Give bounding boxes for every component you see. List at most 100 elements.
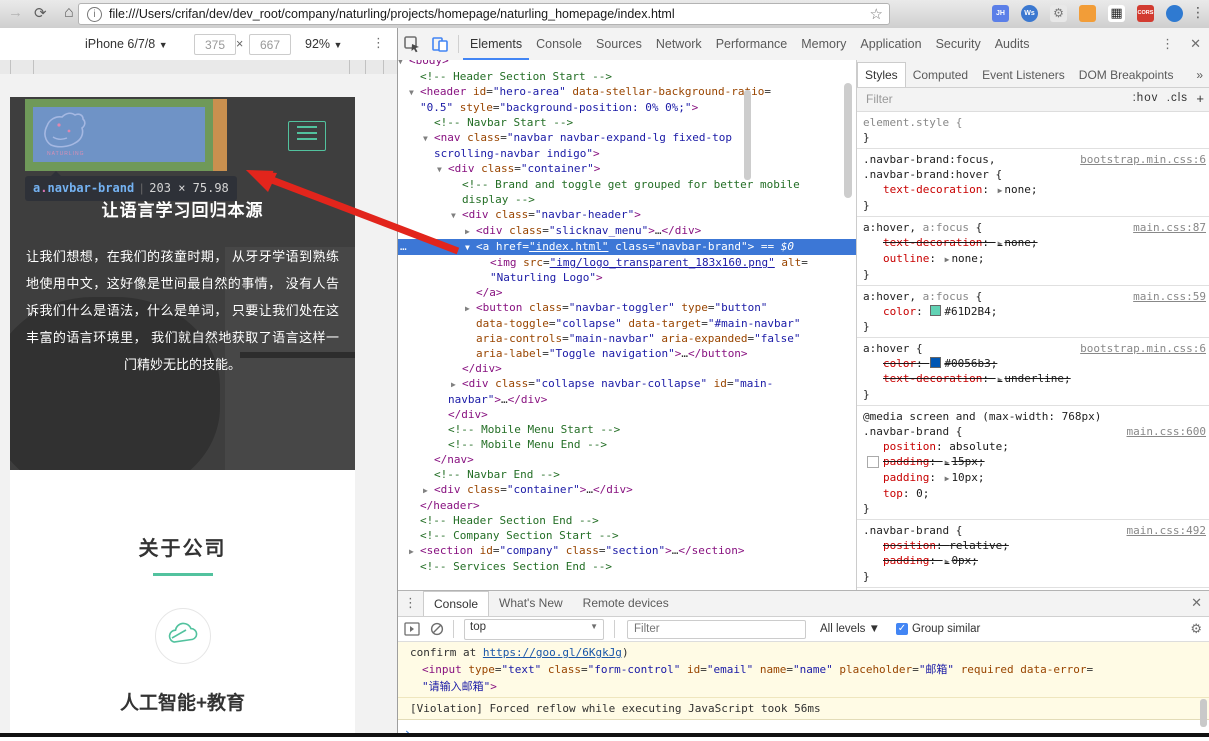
elements-panel[interactable]: ▼ <body> <!-- Header Section Start --> ▼ <he… [398,60,856,570]
tab-console[interactable]: Console [529,29,589,60]
device-select[interactable]: iPhone 6/7/8 ▼ [85,37,168,51]
property-checkbox[interactable] [867,456,879,468]
drawer-close-icon[interactable]: ✕ [1183,591,1209,616]
stylesheet-link[interactable]: main.css:600 [1127,424,1206,439]
css-property[interactable]: position: relative; [863,538,1206,553]
console-filter-input[interactable] [627,619,806,639]
drawer-menu-icon[interactable]: ⋮ [398,591,423,616]
devtools-close-icon[interactable]: ✕ [1182,36,1209,52]
console-violation-message[interactable]: [Violation] Forced reflow while executin… [398,698,1209,720]
stylesheet-link[interactable]: bootstrap.min.css:6 [1080,152,1206,167]
reload-button[interactable]: ⟳ [34,4,47,22]
device-width-input[interactable] [194,34,236,55]
css-rule[interactable]: element.style {} [857,112,1209,149]
group-similar-checkbox[interactable]: ✓ [895,623,908,635]
dom-node[interactable]: ▼ <body> [398,60,856,69]
styles-panel[interactable]: Styles Computed Event Listeners DOM Breakpo… [856,60,1209,590]
dom-node[interactable]: ▼ <div class="navbar-header"> [398,207,856,223]
dom-node[interactable]: scrolling-navbar indigo"> [398,146,856,161]
hov-toggle[interactable]: :hov [1133,92,1159,104]
dom-node[interactable]: ▼ <nav class="navbar navbar-expand-lg fix… [398,130,856,146]
tab-audits[interactable]: Audits [988,29,1037,60]
css-property[interactable]: padding: ▶ 10px; [863,470,1206,486]
browser-menu-icon[interactable]: ⋮ [1191,4,1205,21]
dom-node[interactable]: </div> [398,361,856,376]
mobile-menu-button[interactable] [288,121,326,151]
tab-security[interactable]: Security [929,29,988,60]
dom-node[interactable]: ▶ <button class="navbar-toggler" type="bu… [398,300,856,316]
dom-node[interactable]: </nav> [398,452,856,467]
orange-extension-icon[interactable] [1079,5,1096,22]
css-rule[interactable]: bootstrap.min.css:6 a:hover {color: #0056… [857,338,1209,406]
log-levels-select[interactable]: All levels ▼ [820,623,880,635]
tab-elements[interactable]: Elements [463,29,529,60]
console-prompt[interactable]: › [398,720,1209,741]
selected-dom-node[interactable]: … ▼ <a href="index.html" class="navbar-bra… [398,239,856,255]
ws-extension-icon[interactable]: Ws [1021,5,1038,22]
color-swatch[interactable] [930,305,942,316]
qr-code-extension-icon[interactable]: ▦ [1108,5,1125,22]
stylesheet-link[interactable]: main.css:492 [1127,523,1206,538]
dom-node[interactable]: ▶ <section id="company" class="section">…… [398,543,856,559]
css-property[interactable]: padding: ▶ 0px; [863,553,1206,569]
dom-node[interactable]: <!-- Header Section End --> [398,513,856,528]
dom-node[interactable]: ▶ <div class="collapse navbar-collapse" i… [398,376,856,392]
css-rule[interactable]: bootstrap.min.css:6 .navbar-brand:focus,.… [857,149,1209,217]
tab-sources[interactable]: Sources [589,29,649,60]
dom-node[interactable]: ▼ <header id="hero-area" data-stellar-bac… [398,84,856,100]
console-scrollbar[interactable] [1200,699,1207,727]
new-style-rule-button[interactable]: + [1196,91,1204,106]
stylesheet-link[interactable]: main.css:87 [1133,220,1206,235]
dom-node[interactable]: display --> [398,192,856,207]
react-devtools-icon[interactable]: ⚙ [1050,5,1067,22]
css-property[interactable]: color: #61D2B4; [863,304,1206,319]
styles-filter-input[interactable]: Filter [866,92,893,106]
css-property[interactable]: text-decoration: ▶ none; [863,182,1206,198]
drawer-tab-what-s-new[interactable]: What's New [489,591,573,616]
media-query-bar[interactable] [0,60,397,75]
dom-node[interactable]: aria-label="Toggle navigation">…</button… [398,346,856,361]
dom-node[interactable]: <!-- Mobile Menu Start --> [398,422,856,437]
css-property[interactable]: color: #0056b3; [863,356,1206,371]
tab-performance[interactable]: Performance [709,29,795,60]
console-settings-icon[interactable]: ⚙ [1182,621,1209,637]
url-text[interactable]: file:///Users/crifan/dev/dev_root/compan… [109,7,675,21]
dom-node[interactable]: <!-- Company Section Start --> [398,528,856,543]
emulation-menu-icon[interactable]: ⋮ [372,35,385,51]
dom-node[interactable]: <!-- Brand and toggle get grouped for be… [398,177,856,192]
tab-network[interactable]: Network [649,29,709,60]
bookmark-star-icon[interactable]: ☆ [870,5,883,23]
styles-tab-styles[interactable]: Styles [857,62,906,87]
device-height-input[interactable] [249,34,291,55]
toggle-device-toolbar-icon[interactable] [431,35,449,53]
css-property[interactable]: padding: ▶ 15px; [863,454,1206,470]
navbar-brand-logo[interactable]: NATURLING [33,107,205,162]
tab-application[interactable]: Application [853,29,928,60]
styles-tab-dom-breakpoints[interactable]: DOM Breakpoints [1072,63,1181,87]
styles-tabs-overflow-icon[interactable]: » [1189,63,1209,87]
dom-node[interactable]: </a> [398,285,856,300]
dom-node[interactable]: <!-- Services Section End --> [398,559,856,570]
dom-node[interactable]: ▼ <div class="container"> [398,161,856,177]
dom-node[interactable]: data-toggle="collapse" data-target="#mai… [398,316,856,331]
styles-scrollbar[interactable] [744,90,751,180]
css-rule[interactable]: main.css:87 a:hover, a:focus {text-decora… [857,217,1209,286]
console-sidebar-icon[interactable] [404,622,420,636]
elements-scrollbar[interactable] [844,83,852,198]
dom-node[interactable]: <!-- Navbar End --> [398,467,856,482]
dom-node[interactable]: navbar">…</div> [398,392,856,407]
css-rule[interactable]: main.css:492 .navbar-brand {position: rel… [857,520,1209,588]
tab-memory[interactable]: Memory [794,29,853,60]
dom-node[interactable]: "Naturling Logo"> [398,270,856,285]
drawer-tab-remote-devices[interactable]: Remote devices [573,591,679,616]
dom-node[interactable]: "0.5" style="background-position: 0% 0%;… [398,100,856,115]
forward-button[interactable]: → [8,4,23,21]
page-info-icon[interactable]: i [87,7,102,22]
stylesheet-link[interactable]: bootstrap.min.css:6 [1080,341,1206,356]
execution-context-select[interactable]: top ▼ [464,618,604,640]
color-swatch[interactable] [930,357,942,368]
drawer-tab-console[interactable]: Console [423,591,490,616]
dom-node[interactable]: ▶ <div class="container">…</div> [398,482,856,498]
dom-node[interactable]: </div> [398,407,856,422]
dom-node[interactable]: <img src="img/logo_transparent_183x160.p… [398,255,856,270]
